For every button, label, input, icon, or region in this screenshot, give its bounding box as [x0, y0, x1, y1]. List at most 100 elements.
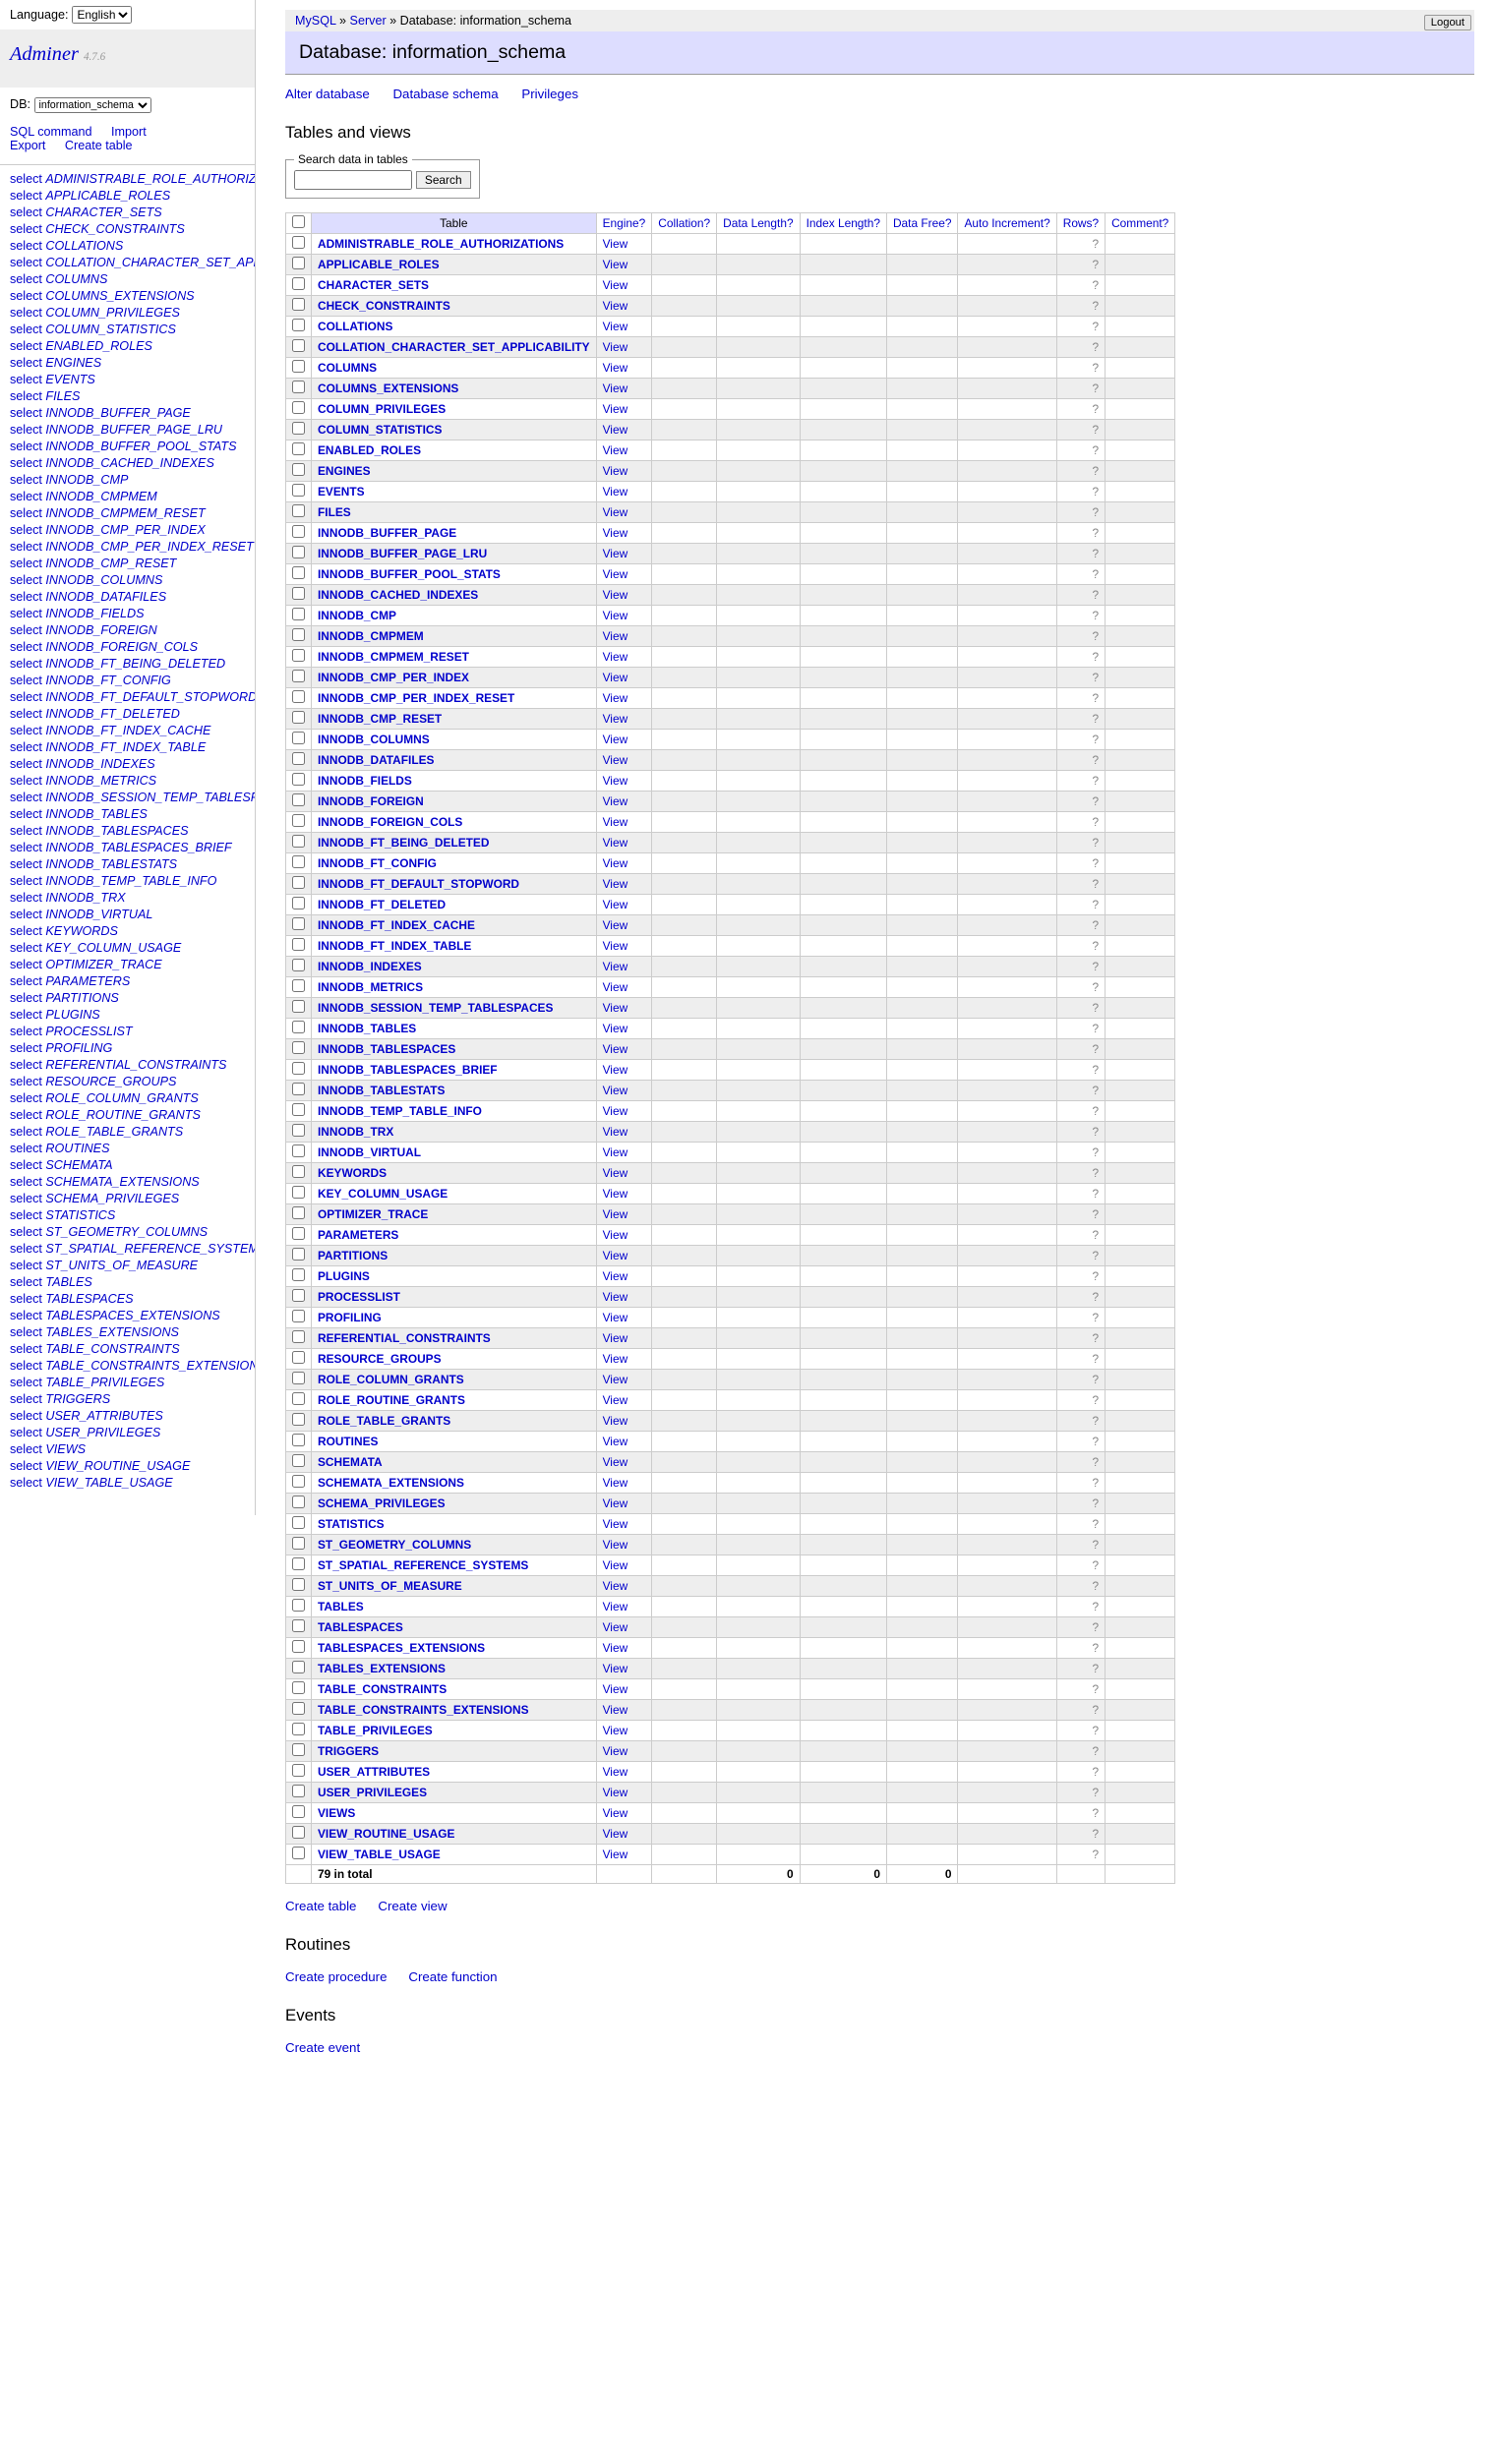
brand-link[interactable]: Adminer	[10, 43, 79, 65]
table-name-link[interactable]: INNODB_CMP_PER_INDEX	[318, 671, 469, 684]
sidebar-table-link[interactable]: TABLESPACES	[45, 1292, 133, 1306]
row-check[interactable]	[292, 1475, 305, 1488]
row-check[interactable]	[292, 1124, 305, 1137]
row-check[interactable]	[292, 422, 305, 435]
row-check[interactable]	[292, 1454, 305, 1467]
engine-view-link[interactable]: View	[603, 340, 628, 354]
col-comment[interactable]: Comment	[1111, 216, 1163, 230]
rows-count-link[interactable]: ?	[1092, 299, 1099, 313]
rows-count-link[interactable]: ?	[1092, 1352, 1099, 1366]
engine-view-link[interactable]: View	[603, 547, 628, 560]
sidebar-table-link[interactable]: INNODB_FT_CONFIG	[45, 674, 170, 687]
sidebar-select-link[interactable]: select	[10, 1442, 42, 1456]
rows-count-link[interactable]: ?	[1092, 547, 1099, 560]
sidebar-table-link[interactable]: PARAMETERS	[45, 974, 130, 988]
rows-count-link[interactable]: ?	[1092, 567, 1099, 581]
sidebar-select-link[interactable]: select	[10, 640, 42, 654]
table-name-link[interactable]: INNODB_CMP	[318, 609, 396, 622]
table-name-link[interactable]: INNODB_FT_DEFAULT_STOPWORD	[318, 877, 519, 891]
engine-view-link[interactable]: View	[603, 1724, 628, 1737]
doc-data-free[interactable]: ?	[945, 216, 952, 230]
rows-count-link[interactable]: ?	[1092, 960, 1099, 973]
rows-count-link[interactable]: ?	[1092, 836, 1099, 850]
sidebar-select-link[interactable]: select	[10, 490, 42, 503]
sidebar-table-link[interactable]: INNODB_BUFFER_PAGE_LRU	[45, 423, 222, 437]
row-check[interactable]	[292, 608, 305, 620]
row-check[interactable]	[292, 814, 305, 827]
engine-view-link[interactable]: View	[603, 1579, 628, 1593]
engine-view-link[interactable]: View	[603, 443, 628, 457]
row-check[interactable]	[292, 1413, 305, 1426]
table-name-link[interactable]: FILES	[318, 505, 351, 519]
sidebar-table-link[interactable]: FILES	[45, 389, 80, 403]
engine-view-link[interactable]: View	[603, 1166, 628, 1180]
rows-count-link[interactable]: ?	[1092, 361, 1099, 375]
table-name-link[interactable]: ROLE_TABLE_GRANTS	[318, 1414, 450, 1428]
sidebar-select-link[interactable]: select	[10, 1325, 42, 1339]
engine-view-link[interactable]: View	[603, 1042, 628, 1056]
table-name-link[interactable]: ENABLED_ROLES	[318, 443, 421, 457]
table-name-link[interactable]: INNODB_TRX	[318, 1125, 393, 1139]
sidebar-table-link[interactable]: INNODB_VIRTUAL	[45, 908, 152, 921]
sidebar-table-link[interactable]: INNODB_FT_INDEX_CACHE	[45, 724, 210, 737]
sidebar-select-link[interactable]: select	[10, 1225, 42, 1239]
sidebar-select-link[interactable]: select	[10, 657, 42, 671]
rows-count-link[interactable]: ?	[1092, 258, 1099, 271]
breadcrumb-driver[interactable]: MySQL	[295, 14, 336, 28]
sidebar-table-link[interactable]: APPLICABLE_ROLES	[45, 189, 170, 203]
row-check[interactable]	[292, 793, 305, 806]
sidebar-select-link[interactable]: select	[10, 473, 42, 487]
sidebar-select-link[interactable]: select	[10, 1426, 42, 1439]
engine-view-link[interactable]: View	[603, 650, 628, 664]
rows-count-link[interactable]: ?	[1092, 1641, 1099, 1655]
table-name-link[interactable]: STATISTICS	[318, 1517, 385, 1531]
row-check[interactable]	[292, 1062, 305, 1075]
table-name-link[interactable]: INNODB_DATAFILES	[318, 753, 434, 767]
sidebar-select-link[interactable]: select	[10, 523, 42, 537]
rows-count-link[interactable]: ?	[1092, 505, 1099, 519]
import-link[interactable]: Import	[111, 125, 147, 139]
sidebar-table-link[interactable]: INNODB_FOREIGN	[45, 623, 156, 637]
rows-count-link[interactable]: ?	[1092, 877, 1099, 891]
rows-count-link[interactable]: ?	[1092, 1496, 1099, 1510]
language-select[interactable]: English	[72, 6, 132, 24]
row-check[interactable]	[292, 360, 305, 373]
table-name-link[interactable]: TABLE_PRIVILEGES	[318, 1724, 433, 1737]
sidebar-select-link[interactable]: select	[10, 389, 42, 403]
sidebar-select-link[interactable]: select	[10, 1409, 42, 1423]
engine-view-link[interactable]: View	[603, 567, 628, 581]
table-name-link[interactable]: COLUMNS_EXTENSIONS	[318, 381, 458, 395]
table-name-link[interactable]: COLUMN_PRIVILEGES	[318, 402, 446, 416]
engine-view-link[interactable]: View	[603, 1455, 628, 1469]
rows-count-link[interactable]: ?	[1092, 1620, 1099, 1634]
row-check[interactable]	[292, 1103, 305, 1116]
table-name-link[interactable]: USER_ATTRIBUTES	[318, 1765, 430, 1779]
sidebar-select-link[interactable]: select	[10, 205, 42, 219]
sidebar-select-link[interactable]: select	[10, 256, 42, 269]
table-name-link[interactable]: COLLATION_CHARACTER_SET_APPLICABILITY	[318, 340, 590, 354]
sidebar-select-link[interactable]: select	[10, 239, 42, 253]
rows-count-link[interactable]: ?	[1092, 1373, 1099, 1386]
rows-count-link[interactable]: ?	[1092, 443, 1099, 457]
engine-view-link[interactable]: View	[603, 1435, 628, 1448]
sidebar-table-link[interactable]: VIEW_TABLE_USAGE	[45, 1476, 172, 1490]
sidebar-table-link[interactable]: SCHEMA_PRIVILEGES	[45, 1192, 179, 1205]
sidebar-select-link[interactable]: select	[10, 573, 42, 587]
sidebar-select-link[interactable]: select	[10, 590, 42, 604]
sidebar-select-link[interactable]: select	[10, 757, 42, 771]
sidebar-select-link[interactable]: select	[10, 1242, 42, 1256]
sidebar-select-link[interactable]: select	[10, 1075, 42, 1088]
sidebar-select-link[interactable]: select	[10, 707, 42, 721]
row-check[interactable]	[292, 1330, 305, 1343]
row-check[interactable]	[292, 628, 305, 641]
engine-view-link[interactable]: View	[603, 1352, 628, 1366]
engine-view-link[interactable]: View	[603, 629, 628, 643]
engine-view-link[interactable]: View	[603, 237, 628, 251]
table-name-link[interactable]: SCHEMATA_EXTENSIONS	[318, 1476, 464, 1490]
row-check[interactable]	[292, 1785, 305, 1797]
sidebar-select-link[interactable]: select	[10, 1376, 42, 1389]
row-check[interactable]	[292, 1310, 305, 1322]
sidebar-select-link[interactable]: select	[10, 791, 42, 804]
rows-count-link[interactable]: ?	[1092, 774, 1099, 788]
sidebar-table-link[interactable]: COLUMN_PRIVILEGES	[45, 306, 179, 320]
